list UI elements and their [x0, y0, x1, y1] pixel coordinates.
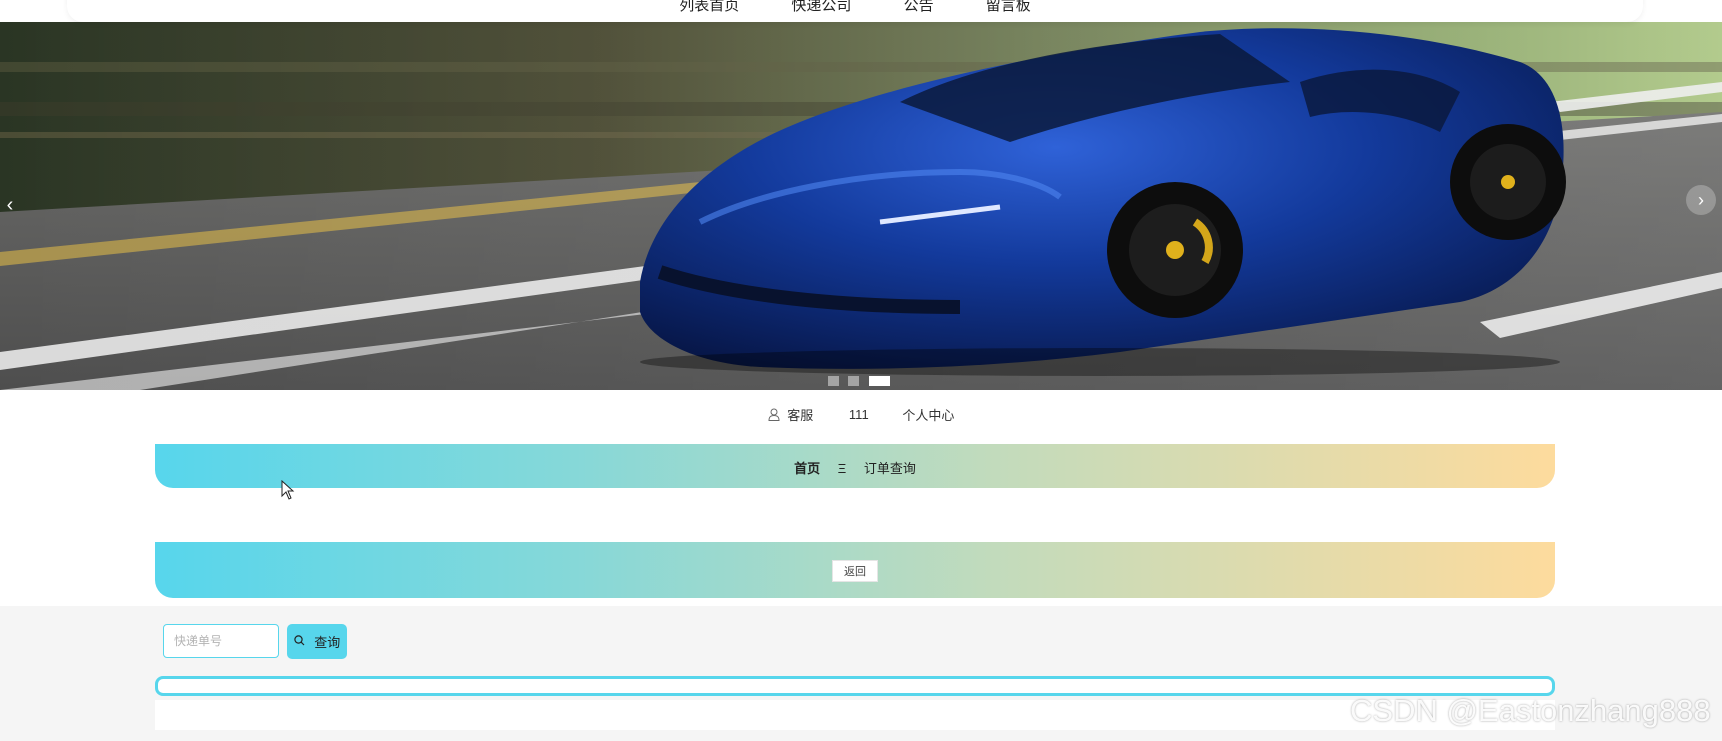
nav-item-message-board[interactable]: 留言板 [986, 0, 1031, 15]
user-info-row: 客服 111 个人中心 [0, 405, 1722, 424]
search-icon [293, 634, 305, 649]
carousel-indicator-2[interactable] [848, 376, 860, 386]
page: 列表首页 快递公司 公告 留言板 ‹ › 客服 111 个人中心 首页 Ξ 订单… [0, 0, 1722, 741]
back-button[interactable]: 返回 [832, 560, 878, 582]
breadcrumb-home-link[interactable]: 首页 [794, 461, 820, 476]
search-button[interactable]: 查询 [287, 624, 347, 659]
carousel-slide-image [0, 22, 1722, 390]
breadcrumb-current: 订单查询 [863, 461, 916, 476]
search-button-label: 查询 [314, 635, 341, 650]
chevron-left-icon: ‹ [6, 194, 14, 216]
query-result-box [155, 676, 1555, 696]
carousel-next-button[interactable]: › [1686, 185, 1716, 215]
nav-item-list-home[interactable]: 列表首页 [679, 0, 739, 15]
breadcrumb-bar: 首页 Ξ 订单查询 [155, 444, 1555, 488]
back-bar: 返回 [155, 542, 1555, 598]
personal-center-link[interactable]: 个人中心 [902, 405, 954, 424]
top-navigation: 列表首页 快递公司 公告 留言板 [67, 0, 1643, 22]
carousel-prev-button[interactable]: ‹ [2, 193, 18, 217]
hero-carousel: ‹ › [0, 22, 1722, 390]
nav-item-announcement[interactable]: 公告 [904, 0, 934, 15]
top-nav-items: 列表首页 快递公司 公告 留言板 [67, 0, 1643, 15]
breadcrumb: 首页 Ξ 订单查询 [155, 458, 1555, 477]
mouse-cursor-icon [281, 480, 295, 500]
nav-item-courier-company[interactable]: 快递公司 [791, 0, 851, 15]
user-icon [768, 408, 780, 421]
tracking-number-input[interactable] [163, 624, 279, 658]
carousel-indicators [828, 376, 895, 386]
result-panel [155, 700, 1555, 730]
user-id-label: 111 [848, 407, 869, 422]
user-role-label[interactable]: 客服 [787, 405, 813, 424]
chevron-right-icon: › [1698, 190, 1704, 210]
watermark: CSDN @Eastonzhang888 [1350, 693, 1711, 728]
breadcrumb-separator: Ξ [837, 461, 847, 476]
carousel-indicator-1[interactable] [828, 376, 839, 386]
carousel-indicator-3-active[interactable] [868, 376, 890, 386]
